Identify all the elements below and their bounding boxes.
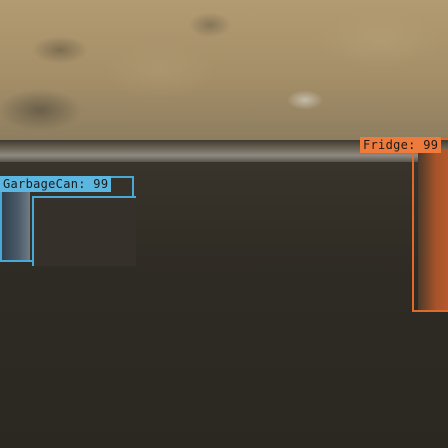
fridge-bounding-box (412, 138, 448, 312)
garbage-can-box-interior (32, 196, 136, 266)
scene-wall-region (0, 0, 448, 150)
garbage-can-detection-label: GarbageCan: 99 (0, 176, 112, 192)
camera-view: GarbageCan: 99 Fridge: 99 (0, 0, 448, 448)
fridge-detection-label: Fridge: 99 (360, 137, 442, 153)
